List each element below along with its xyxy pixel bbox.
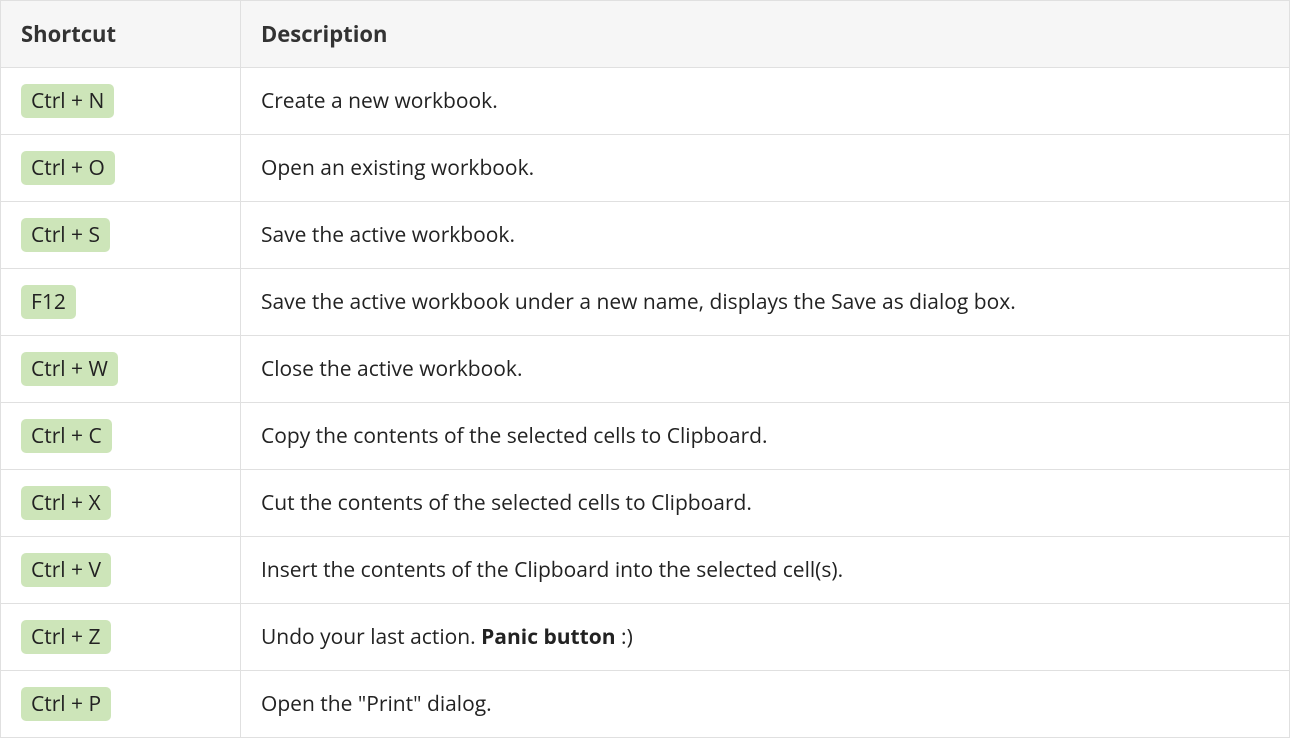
description-text: Close the active workbook. <box>261 355 522 383</box>
description-text: Copy the contents of the selected cells … <box>261 422 768 450</box>
keyboard-shortcut: Ctrl + N <box>21 84 114 118</box>
table-row: Ctrl + S Save the active workbook. <box>1 202 1290 269</box>
keyboard-shortcut: Ctrl + P <box>21 687 111 721</box>
shortcut-cell: Ctrl + W <box>1 336 241 403</box>
shortcut-cell: Ctrl + S <box>1 202 241 269</box>
description-text: Panic button <box>481 623 615 651</box>
shortcut-cell: Ctrl + V <box>1 537 241 604</box>
shortcut-cell: Ctrl + C <box>1 403 241 470</box>
table-header-row: Shortcut Description <box>1 1 1290 68</box>
shortcut-cell: Ctrl + Z <box>1 604 241 671</box>
table-row: Ctrl + P Open the "Print" dialog. <box>1 671 1290 738</box>
table-row: Ctrl + V Insert the contents of the Clipb… <box>1 537 1290 604</box>
description-cell: Open the "Print" dialog. <box>241 671 1290 738</box>
keyboard-shortcut: Ctrl + C <box>21 419 112 453</box>
keyboard-shortcut: Ctrl + Z <box>21 620 111 654</box>
shortcut-cell: F12 <box>1 269 241 336</box>
table-row: Ctrl + C Copy the contents of the selecte… <box>1 403 1290 470</box>
shortcut-cell: Ctrl + P <box>1 671 241 738</box>
description-text: Create a new workbook. <box>261 87 498 115</box>
description-cell: Cut the contents of the selected cells t… <box>241 470 1290 537</box>
description-cell: Insert the contents of the Clipboard int… <box>241 537 1290 604</box>
description-cell: Undo your last action. Panic button :) <box>241 604 1290 671</box>
table-row: Ctrl + N Create a new workbook. <box>1 68 1290 135</box>
description-cell: Save the active workbook. <box>241 202 1290 269</box>
description-text: Open the "Print" dialog. <box>261 690 492 718</box>
keyboard-shortcut: Ctrl + V <box>21 553 111 587</box>
description-cell: Close the active workbook. <box>241 336 1290 403</box>
description-cell: Copy the contents of the selected cells … <box>241 403 1290 470</box>
shortcuts-table: Shortcut Description Ctrl + N Create a ne… <box>0 0 1290 738</box>
description-text: Insert the contents of the Clipboard int… <box>261 556 843 584</box>
table-row: Ctrl + O Open an existing workbook. <box>1 135 1290 202</box>
description-cell: Save the active workbook under a new nam… <box>241 269 1290 336</box>
shortcut-cell: Ctrl + X <box>1 470 241 537</box>
table-row: Ctrl + Z Undo your last action. Panic but… <box>1 604 1290 671</box>
description-text: Undo your last action. <box>261 623 481 651</box>
description-text: Cut the contents of the selected cells t… <box>261 489 752 517</box>
keyboard-shortcut: Ctrl + O <box>21 151 115 185</box>
table-row: F12 Save the active workbook under a new … <box>1 269 1290 336</box>
description-text: Open an existing workbook. <box>261 154 534 182</box>
keyboard-shortcut: F12 <box>21 285 76 319</box>
header-description: Description <box>241 1 1290 68</box>
shortcut-cell: Ctrl + O <box>1 135 241 202</box>
keyboard-shortcut: Ctrl + X <box>21 486 111 520</box>
description-cell: Open an existing workbook. <box>241 135 1290 202</box>
table-row: Ctrl + W Close the active workbook. <box>1 336 1290 403</box>
keyboard-shortcut: Ctrl + S <box>21 218 110 252</box>
description-text: :) <box>616 623 633 651</box>
shortcut-cell: Ctrl + N <box>1 68 241 135</box>
header-shortcut: Shortcut <box>1 1 241 68</box>
description-text: Save the active workbook under a new nam… <box>261 288 1016 316</box>
table-row: Ctrl + X Cut the contents of the selected… <box>1 470 1290 537</box>
keyboard-shortcut: Ctrl + W <box>21 352 118 386</box>
description-cell: Create a new workbook. <box>241 68 1290 135</box>
description-text: Save the active workbook. <box>261 221 515 249</box>
